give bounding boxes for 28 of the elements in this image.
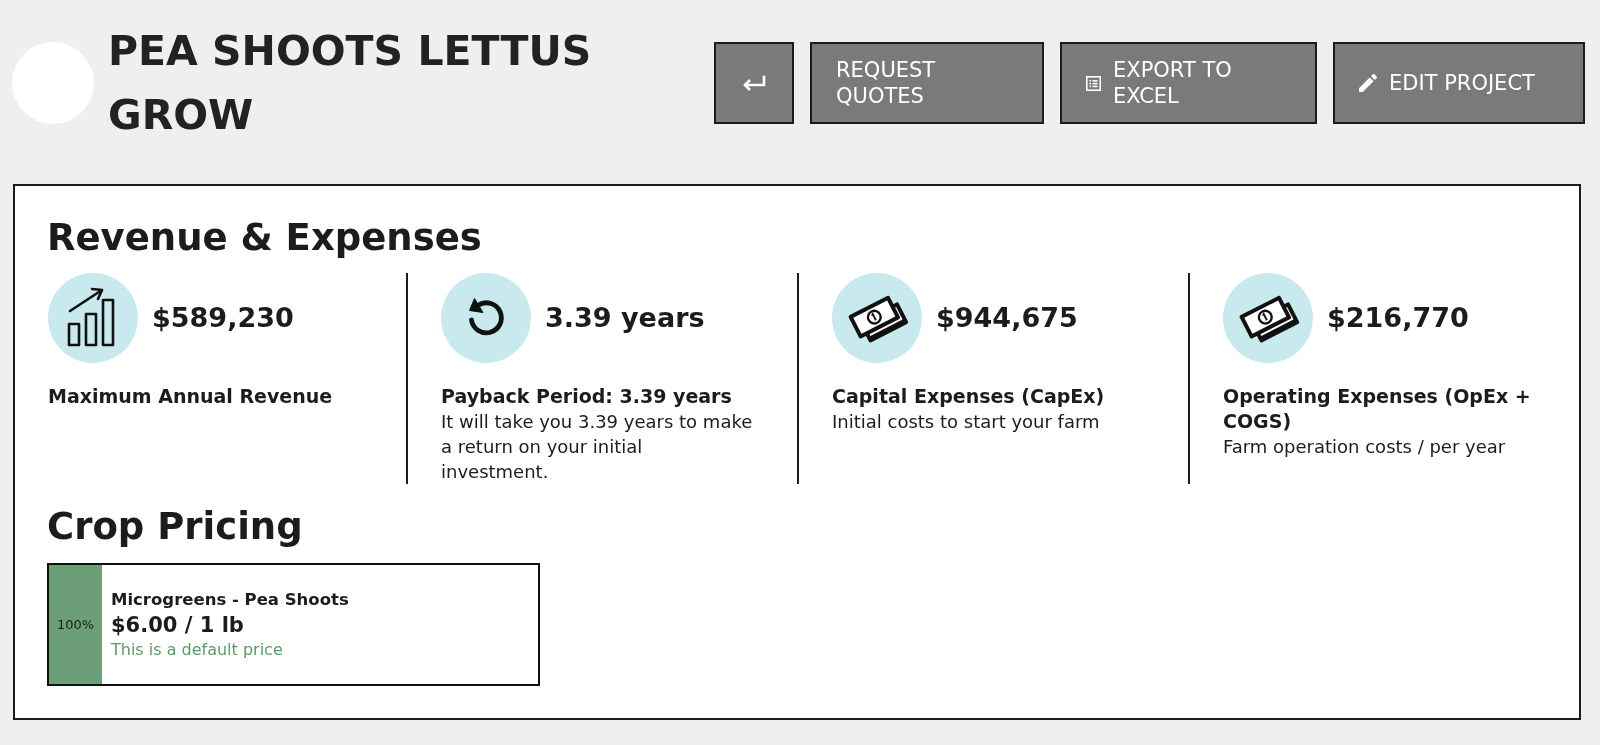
stat-value: 3.39 years: [545, 301, 705, 335]
crop-name: Microgreens - Pea Shoots: [111, 588, 349, 611]
back-button[interactable]: [714, 42, 794, 124]
request-quotes-button[interactable]: REQUEST QUOTES: [810, 42, 1044, 124]
stat-description: Farm operation costs / per year: [1223, 435, 1507, 459]
stat-label: Capital Expenses (CapEx): [832, 384, 1106, 409]
stat-value: $589,230: [152, 301, 294, 335]
stat-description: It will take you 3.39 years to make a return on your initial investment.: [441, 410, 754, 484]
project-title: PEA SHOOTS LETTUS GROW: [108, 26, 593, 141]
banknotes-icon: [832, 273, 922, 363]
banknotes-icon: [1223, 273, 1313, 363]
stat-value: $944,675: [936, 301, 1078, 335]
stat-description: Initial costs to start your farm: [832, 410, 1101, 434]
section-heading: Revenue & Expenses: [47, 215, 483, 261]
export-button[interactable]: EXPORT TO EXCEL: [1060, 42, 1317, 124]
stat-label: Maximum Annual Revenue: [48, 384, 334, 409]
stat-value: $216,770: [1327, 301, 1469, 335]
crop-share-strip: 100%: [49, 565, 102, 684]
list-icon: [1086, 75, 1101, 91]
pencil-icon: [1359, 74, 1377, 92]
stat-label: Operating Expenses (OpEx + COGS): [1223, 384, 1532, 434]
stat-label: Payback Period: 3.39 years: [441, 384, 733, 409]
crop-price: $6.00 / 1 lb: [111, 611, 245, 639]
edit-project-button[interactable]: EDIT PROJECT: [1333, 42, 1585, 124]
growth-chart-icon: [48, 273, 138, 363]
section-heading: Crop Pricing: [47, 504, 304, 550]
return-arrow-icon: [742, 75, 766, 91]
price-note: This is a default price: [111, 638, 284, 661]
